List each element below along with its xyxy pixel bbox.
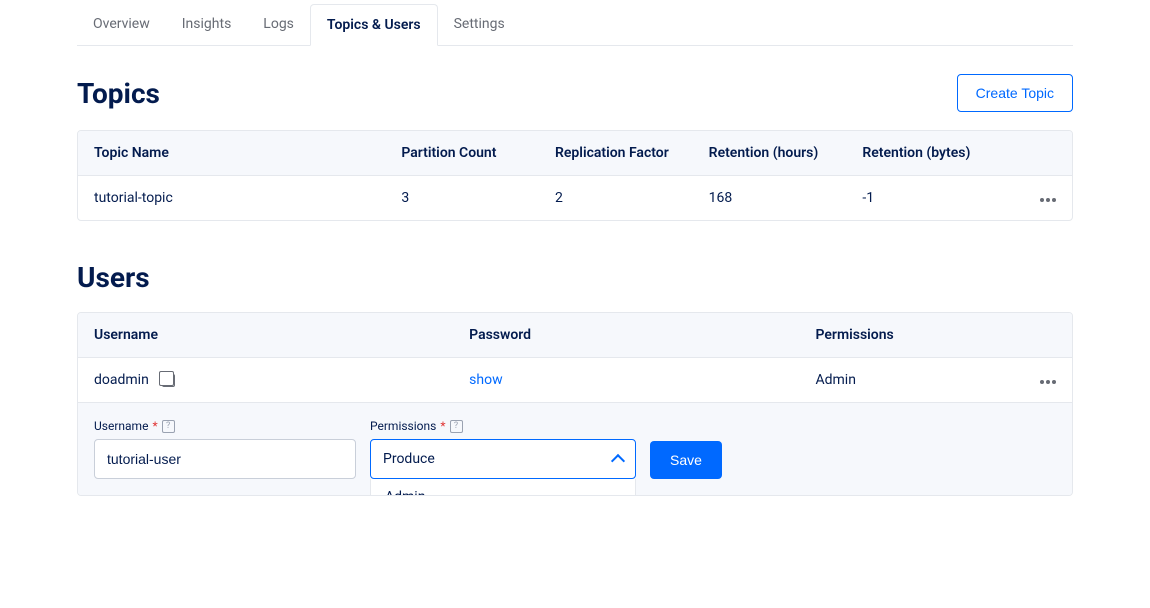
more-icon[interactable] [1040,198,1056,202]
users-table: Username Password Permissions doadmin sh… [77,312,1073,496]
cell-permissions: Admin [815,372,1016,388]
save-button[interactable]: Save [650,441,722,479]
show-password-link[interactable]: show [469,372,502,388]
table-row: doadmin show Admin [78,358,1072,402]
col-username: Username [94,327,469,343]
col-retention-hours: Retention (hours) [709,145,863,161]
option-admin[interactable]: Admin [371,479,635,496]
cell-retention-hours: 168 [709,190,863,206]
permissions-label: Permissions* ? [370,419,636,433]
cell-partition: 3 [401,190,555,206]
col-topic-name: Topic Name [94,145,401,161]
username-label: Username* ? [94,419,356,433]
col-replication-factor: Replication Factor [555,145,709,161]
tab-settings[interactable]: Settings [438,4,521,45]
more-icon[interactable] [1040,380,1056,384]
cell-replication: 2 [555,190,709,206]
tab-overview[interactable]: Overview [77,4,166,45]
tabs-nav: Overview Insights Logs Topics & Users Se… [77,4,1073,46]
tab-topics-users[interactable]: Topics & Users [310,4,438,46]
chevron-up-icon [611,454,625,468]
create-topic-button[interactable]: Create Topic [957,74,1073,112]
username-input[interactable] [94,439,356,479]
permissions-dropdown: Admin Produce Consume Consume and Produc… [370,479,636,496]
add-user-form: Username* ? Permissions* ? Produce [78,402,1072,495]
help-icon[interactable]: ? [450,420,463,433]
cell-username: doadmin [94,372,149,388]
help-icon[interactable]: ? [162,420,175,433]
col-partition-count: Partition Count [401,145,555,161]
topics-title: Topics [77,77,160,110]
tab-logs[interactable]: Logs [247,4,310,45]
copy-icon[interactable] [162,374,175,387]
permissions-select[interactable]: Produce [370,439,636,479]
users-title: Users [77,261,150,294]
col-permissions: Permissions [815,327,1016,343]
tab-insights[interactable]: Insights [166,4,248,45]
cell-topic-name: tutorial-topic [94,190,401,206]
topics-table: Topic Name Partition Count Replication F… [77,130,1073,221]
col-password: Password [469,327,815,343]
cell-retention-bytes: -1 [862,190,1016,206]
table-row: tutorial-topic 3 2 168 -1 [78,176,1072,220]
col-retention-bytes: Retention (bytes) [862,145,1016,161]
